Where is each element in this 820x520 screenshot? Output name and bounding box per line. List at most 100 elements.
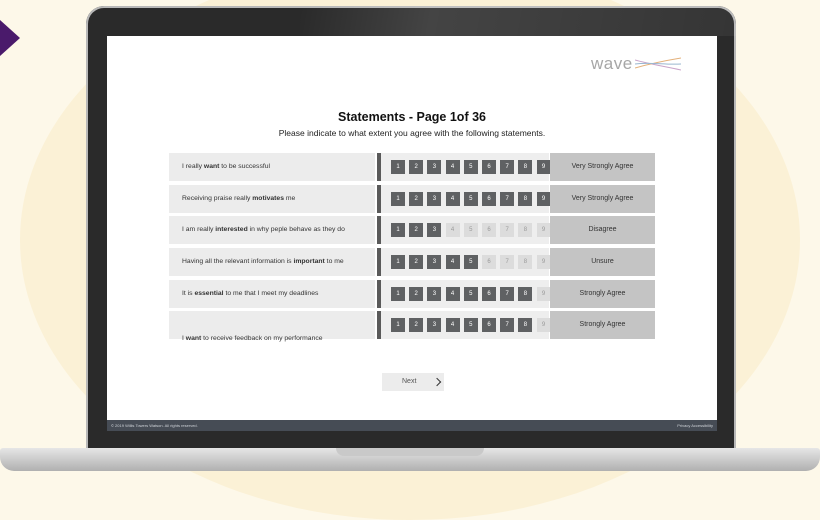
statement-fragment: It is (182, 290, 195, 297)
rating-option[interactable]: 7 (500, 192, 515, 206)
statement-keyword: want (203, 163, 220, 170)
statement-row: Having all the relevant information is i… (169, 248, 655, 276)
rating-option[interactable]: 5 (463, 287, 478, 301)
statement-row: It is essential to me that I meet my dea… (169, 280, 655, 308)
answer-label: Strongly Agree (550, 280, 655, 308)
rating-option[interactable]: 6 (482, 287, 496, 301)
answer-label: Strongly Agree (550, 311, 655, 339)
rating-option[interactable]: 2 (409, 192, 424, 206)
rating-option[interactable]: 3 (427, 287, 442, 301)
rating-option[interactable]: 8 (518, 160, 533, 174)
page-title: Statements - Page 1of 36 (338, 110, 486, 124)
statement-fragment: me (284, 195, 296, 202)
rating-option[interactable]: 3 (427, 223, 442, 237)
next-label: Next (402, 378, 417, 385)
rating-option[interactable]: 9 (536, 287, 551, 301)
statement-keyword: important (293, 258, 325, 265)
rating-option[interactable]: 1 (391, 287, 405, 301)
rating-option[interactable]: 6 (482, 255, 496, 269)
statement-keyword: motivates (252, 195, 284, 202)
statement-fragment: to me that I meet my deadlines (223, 290, 319, 297)
footer-copyright: © 2019 Willis Towers Watson. All rights … (111, 423, 198, 428)
rating-option[interactable]: 1 (391, 255, 405, 269)
rating-scale: 123456789 (381, 216, 551, 244)
rating-option[interactable]: 9 (536, 255, 551, 269)
statement-row: I am really interested in why peple beha… (169, 216, 655, 244)
statement-row: I really want to be successful 1 2 3 4 5 6 7 8 9 V… (169, 153, 655, 181)
rating-option[interactable]: 2 (409, 255, 424, 269)
rating-option[interactable]: 2 (409, 287, 424, 301)
rating-option[interactable]: 3 (427, 160, 442, 174)
rating-option[interactable]: 2 (409, 160, 424, 174)
statement-keyword: essential (194, 290, 224, 297)
rating-option[interactable]: 9 (536, 318, 551, 332)
chevron-right-icon (432, 377, 442, 387)
rating-option[interactable]: 7 (500, 255, 515, 269)
rating-option[interactable]: 5 (463, 255, 478, 269)
rating-option[interactable]: 3 (427, 192, 442, 206)
rating-option[interactable]: 4 (445, 318, 460, 332)
rating-option[interactable]: 2 (409, 223, 424, 237)
statement-fragment: to receive feedback on my performance (201, 335, 323, 342)
footer: © 2019 Willis Towers Watson. All rights … (107, 420, 717, 431)
rating-scale: 123456789 (381, 311, 551, 339)
rating-option[interactable]: 1 (391, 223, 405, 237)
rating-option[interactable]: 1 (391, 318, 405, 332)
rating-option[interactable]: 8 (518, 318, 533, 332)
lid-shine (300, 6, 736, 36)
rating-option[interactable]: 4 (445, 160, 460, 174)
statement-fragment: to me (324, 258, 344, 265)
rating-option[interactable]: 9 (536, 192, 551, 206)
logo-text: wave (591, 54, 633, 73)
rating-scale: 123456789 (381, 153, 551, 181)
rating-option[interactable]: 6 (482, 223, 496, 237)
rating-option[interactable]: 5 (463, 160, 478, 174)
laptop-notch (336, 448, 484, 456)
rating-option[interactable]: 9 (536, 223, 551, 237)
rating-scale: 123456789 (381, 185, 551, 213)
rating-option[interactable]: 6 (482, 160, 496, 174)
rating-option[interactable]: 2 (409, 318, 424, 332)
statement-text: Having all the relevant information is i… (169, 248, 375, 276)
rating-option[interactable]: 7 (500, 223, 515, 237)
rating-option[interactable]: 1 (391, 192, 405, 206)
logo-swoosh-icon (635, 57, 681, 71)
footer-links[interactable]: Privacy Accessibility (677, 420, 713, 431)
rating-option[interactable]: 4 (445, 255, 460, 269)
statement-fragment: I really (182, 163, 204, 170)
rating-option[interactable]: 5 (463, 318, 478, 332)
statement-text: I want to receive feedback on my perform… (169, 311, 375, 342)
rating-option[interactable]: 4 (445, 223, 460, 237)
rating-option[interactable]: 6 (482, 318, 496, 332)
rating-option[interactable]: 5 (463, 223, 478, 237)
rating-option[interactable]: 7 (500, 318, 515, 332)
rating-option[interactable]: 8 (518, 287, 533, 301)
rating-scale: 123456789 (381, 280, 551, 308)
rating-option[interactable]: 4 (445, 287, 460, 301)
statement-fragment: in why peple behave as they do (247, 226, 345, 233)
next-button[interactable]: Next (382, 373, 444, 391)
rating-option[interactable]: 6 (482, 192, 496, 206)
rating-option[interactable]: 8 (518, 223, 533, 237)
statement-fragment: Having all the relevant information is (182, 258, 294, 265)
rating-option[interactable]: 4 (445, 192, 460, 206)
rating-option[interactable]: 8 (518, 255, 533, 269)
wave-logo: wave (591, 54, 681, 76)
play-icon[interactable] (0, 20, 20, 56)
statement-text: I am really interested in why peple beha… (169, 216, 375, 244)
rating-option[interactable]: 7 (500, 160, 515, 174)
statement-text: Receiving praise really motivates me (169, 185, 375, 213)
rating-option[interactable]: 3 (427, 318, 442, 332)
statement-row: Receiving praise really motivates me 1 2 3 4… (169, 185, 655, 213)
rating-option[interactable]: 1 (391, 160, 405, 174)
statement-text: I really want to be successful (169, 153, 375, 181)
rating-option[interactable]: 7 (500, 287, 515, 301)
rating-option[interactable]: 3 (427, 255, 442, 269)
rating-option[interactable]: 5 (463, 192, 478, 206)
survey-screen: wave Statements - Page 1of 36 Please ind… (107, 36, 717, 431)
page-instruction: Please indicate to what extent you agree… (278, 128, 546, 138)
rating-option[interactable]: 9 (536, 160, 551, 174)
rating-scale: 123456789 (381, 248, 551, 276)
statement-fragment: to be successful (219, 163, 271, 170)
rating-option[interactable]: 8 (518, 192, 533, 206)
